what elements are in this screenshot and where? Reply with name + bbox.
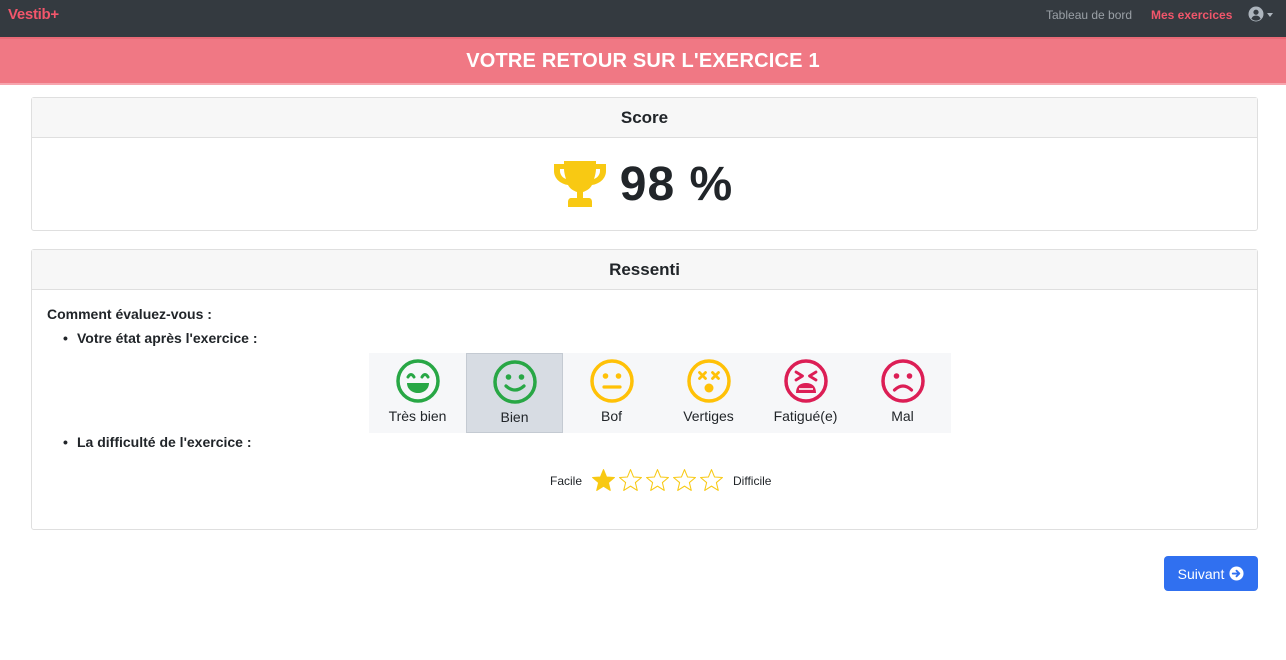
user-menu-toggle[interactable] <box>1248 6 1273 22</box>
tired-face-icon <box>783 359 828 403</box>
smile-icon <box>492 360 537 404</box>
user-circle-icon <box>1248 6 1264 22</box>
frown-icon <box>880 359 925 403</box>
mood-label: Vertiges <box>683 408 734 424</box>
trophy-icon <box>553 161 606 207</box>
star-empty-icon[interactable] <box>645 468 670 493</box>
next-button-label: Suivant <box>1177 565 1225 582</box>
mood-option-mal[interactable]: Mal <box>854 353 951 433</box>
mood-option-tres-bien[interactable]: Très bien <box>369 353 466 433</box>
mood-label: Très bien <box>388 408 447 424</box>
mood-option-fatigue[interactable]: Fatigué(e) <box>757 353 854 433</box>
neutral-face-icon <box>589 359 634 403</box>
mood-label: Mal <box>891 408 914 424</box>
feeling-card-header: Ressenti <box>32 250 1257 290</box>
mood-label: Fatigué(e) <box>773 408 838 424</box>
mood-label: Bof <box>600 408 622 424</box>
star-empty-icon[interactable] <box>699 468 724 493</box>
mood-label: Bien <box>500 409 529 425</box>
star-empty-icon[interactable] <box>672 468 697 493</box>
nav-link-dashboard[interactable]: Tableau de bord <box>1046 8 1132 22</box>
grin-icon <box>395 359 440 403</box>
mood-option-bien[interactable]: Bien <box>466 353 563 433</box>
star-filled-icon[interactable] <box>591 468 616 493</box>
page-title: VOTRE RETOUR SUR L'EXERCICE 1 <box>466 49 820 72</box>
next-button[interactable]: Suivant <box>1164 556 1258 591</box>
star-empty-icon[interactable] <box>618 468 643 493</box>
score-card: Score 98 % <box>31 97 1258 231</box>
difficulty-question: La difficulté de l'exercice : <box>63 434 251 450</box>
arrow-circle-right-icon <box>1229 566 1244 581</box>
page-title-banner: VOTRE RETOUR SUR L'EXERCICE 1 <box>0 37 1286 85</box>
difficulty-min-label: Facile <box>550 473 583 488</box>
dizzy-face-icon <box>686 359 731 403</box>
score-card-header: Score <box>32 98 1257 138</box>
nav-link-exercises[interactable]: Mes exercices <box>1151 8 1232 22</box>
feeling-card: Ressenti Comment évaluez-vous : Votre ét… <box>31 249 1258 530</box>
difficulty-max-label: Difficile <box>733 473 772 488</box>
chevron-down-icon <box>1267 13 1273 17</box>
brand-logo[interactable]: Vestib+ <box>8 6 59 23</box>
state-question: Votre état après l'exercice : <box>63 330 257 346</box>
score-value: 98 % <box>619 157 734 211</box>
top-navbar: Vestib+ Tableau de bord Mes exercices <box>0 0 1286 37</box>
score-body: 98 % <box>32 138 1257 230</box>
star-rating <box>591 468 724 493</box>
mood-button-group: Très bien Bien Bof Vertiges Fatigué(e) M… <box>369 353 951 433</box>
mood-option-vertiges[interactable]: Vertiges <box>660 353 757 433</box>
mood-option-bof[interactable]: Bof <box>563 353 660 433</box>
difficulty-rating: Facile Difficile <box>550 468 771 493</box>
evaluation-question: Comment évaluez-vous : <box>47 306 212 322</box>
